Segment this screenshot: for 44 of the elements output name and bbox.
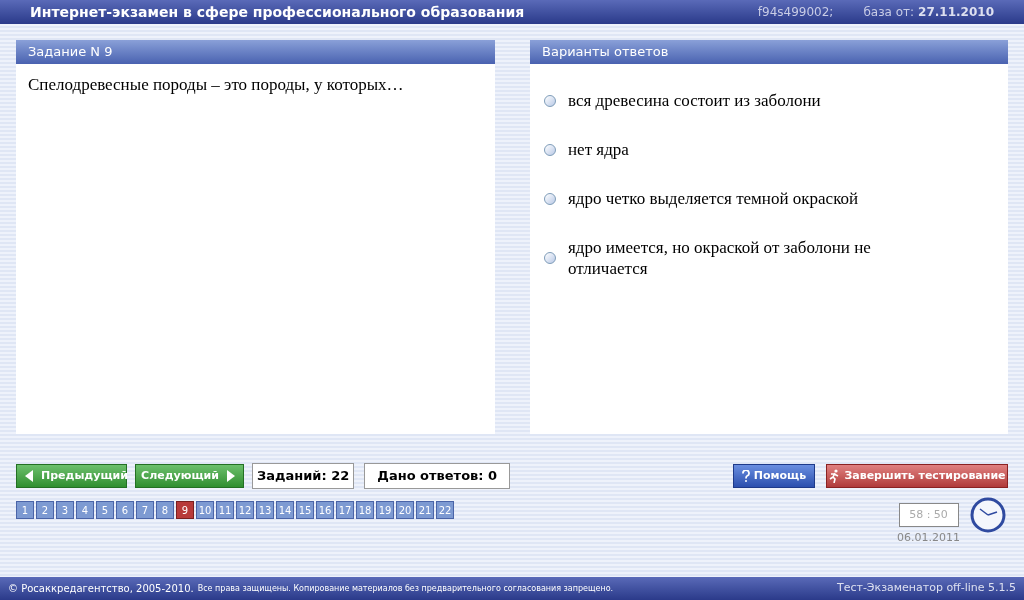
help-button[interactable]: Помощь — [733, 464, 815, 488]
session-code: f94s499002; — [757, 4, 834, 21]
page-button[interactable]: 12 — [236, 501, 254, 519]
timer-display: 58 : 50 — [898, 503, 959, 527]
page-button[interactable]: 1 — [16, 501, 34, 519]
page-button[interactable]: 15 — [296, 501, 314, 519]
page-button[interactable]: 13 — [256, 501, 274, 519]
next-button[interactable]: Следующий — [135, 464, 244, 488]
page-button[interactable]: 11 — [216, 501, 234, 519]
version-text: Тест-Экзаменатор off-line 5.1.5 — [836, 580, 1016, 597]
answer-option[interactable]: ядро четко выделяется темной окраской — [568, 188, 859, 209]
page-button[interactable]: 8 — [156, 501, 174, 519]
answer-option[interactable]: вся древесина состоит из заболони — [568, 90, 821, 111]
copyright-text: © Росаккредагентство, 2005-2010. — [8, 582, 194, 596]
page-button[interactable]: 19 — [376, 501, 394, 519]
page-button[interactable]: 9 — [176, 501, 194, 519]
page-button[interactable]: 14 — [276, 501, 294, 519]
copyright-notice: Все права защищены. Копирование материалов без предварительного согласования запрещено. — [197, 582, 614, 595]
page-button[interactable]: 21 — [416, 501, 434, 519]
page-button[interactable]: 18 — [356, 501, 374, 519]
page-button[interactable]: 2 — [36, 501, 54, 519]
page-button[interactable]: 10 — [196, 501, 214, 519]
date-text: 06.01.2011 — [897, 530, 960, 546]
page-button[interactable]: 16 — [316, 501, 334, 519]
page-button[interactable]: 5 — [96, 501, 114, 519]
page-button[interactable]: 6 — [116, 501, 134, 519]
page-button[interactable]: 4 — [76, 501, 94, 519]
page-button[interactable]: 7 — [136, 501, 154, 519]
panel-header: Задание N 9 — [16, 40, 495, 64]
base-label: база от: — [863, 4, 915, 21]
base-date: 27.11.2010 — [918, 4, 994, 21]
previous-button[interactable]: Предыдущий — [16, 464, 127, 488]
window-title: Интернет-экзамен в сфере профессионального образования — [30, 2, 525, 22]
page-button[interactable]: 17 — [336, 501, 354, 519]
page-button[interactable]: 22 — [436, 501, 454, 519]
finish-button[interactable]: Завершить тестирование — [826, 464, 1008, 488]
question-text: Спелодревесные породы – это породы, у которых… — [27, 74, 405, 96]
page-button[interactable]: 3 — [56, 501, 74, 519]
panel-header: Варианты ответов — [530, 40, 1008, 64]
answer-option[interactable]: ядро имеется, но окраской от заболони не отличается — [568, 237, 928, 279]
task-count: Заданий: 22 — [252, 463, 355, 489]
page-button[interactable]: 20 — [396, 501, 414, 519]
answer-option[interactable]: нет ядра — [568, 139, 629, 160]
answered-count: Дано ответов: 0 — [364, 463, 511, 489]
